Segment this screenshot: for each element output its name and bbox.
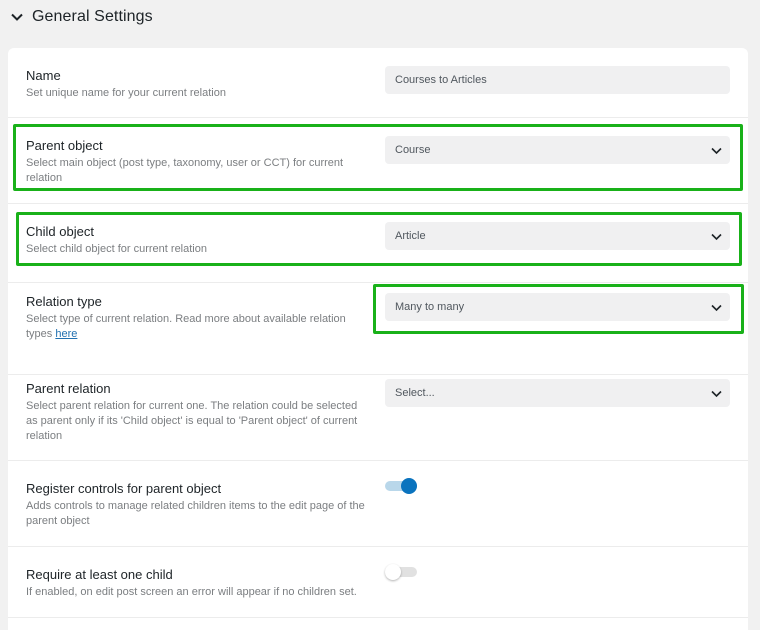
- parent-object-description: Select main object (post type, taxonomy,…: [26, 157, 344, 184]
- setting-row-relation-type: Relation type Select type of current rel…: [8, 283, 748, 375]
- name-label: Name: [26, 68, 61, 83]
- name-description: Set unique name for your current relatio…: [26, 87, 226, 99]
- require-child-description: If enabled, on edit post screen an error…: [26, 586, 357, 598]
- parent-object-select[interactable]: Course: [385, 136, 730, 164]
- chevron-down-icon: [711, 304, 722, 312]
- parent-relation-select[interactable]: Select...: [385, 379, 730, 407]
- relation-type-label: Relation type: [26, 294, 102, 309]
- chevron-down-icon: [711, 390, 722, 398]
- relation-type-select[interactable]: Many to many: [385, 293, 730, 321]
- parent-object-value: Course: [395, 144, 431, 156]
- register-controls-toggle[interactable]: [385, 478, 417, 494]
- register-controls-description: Adds controls to manage related children…: [26, 500, 365, 527]
- toggle-knob: [385, 564, 401, 580]
- parent-relation-placeholder: Select...: [395, 387, 435, 399]
- relation-type-value: Many to many: [395, 301, 465, 313]
- child-object-description: Select child object for current relation: [26, 243, 207, 255]
- require-child-label: Require at least one child: [26, 567, 173, 582]
- section-header[interactable]: General Settings: [10, 8, 153, 26]
- setting-row-child-object: Child object Select child object for cur…: [8, 204, 748, 283]
- setting-row-register-controls: Register controls for parent object Adds…: [8, 461, 748, 547]
- setting-row-require-child: Require at least one child If enabled, o…: [8, 547, 748, 618]
- relation-type-description: Select type of current relation. Read mo…: [26, 313, 346, 340]
- child-object-select[interactable]: Article: [385, 222, 730, 250]
- require-child-toggle[interactable]: [385, 564, 417, 580]
- chevron-down-icon: [711, 147, 722, 155]
- child-object-value: Article: [395, 230, 426, 242]
- chevron-down-icon: [711, 233, 722, 241]
- parent-object-label: Parent object: [26, 138, 103, 153]
- section-title: General Settings: [32, 8, 153, 25]
- child-object-label: Child object: [26, 224, 94, 239]
- setting-row-parent-object: Parent object Select main object (post t…: [8, 118, 748, 204]
- name-input[interactable]: Courses to Articles: [385, 66, 730, 94]
- settings-card: Name Set unique name for your current re…: [8, 48, 748, 630]
- toggle-knob: [401, 478, 417, 494]
- register-controls-label: Register controls for parent object: [26, 481, 222, 496]
- chevron-down-icon: [11, 13, 23, 21]
- parent-relation-description: Select parent relation for current one. …: [26, 400, 358, 442]
- setting-row-name: Name Set unique name for your current re…: [8, 48, 748, 118]
- setting-row-parent-relation: Parent relation Select parent relation f…: [8, 375, 748, 461]
- relation-type-help-link[interactable]: here: [55, 328, 77, 340]
- parent-relation-label: Parent relation: [26, 381, 111, 396]
